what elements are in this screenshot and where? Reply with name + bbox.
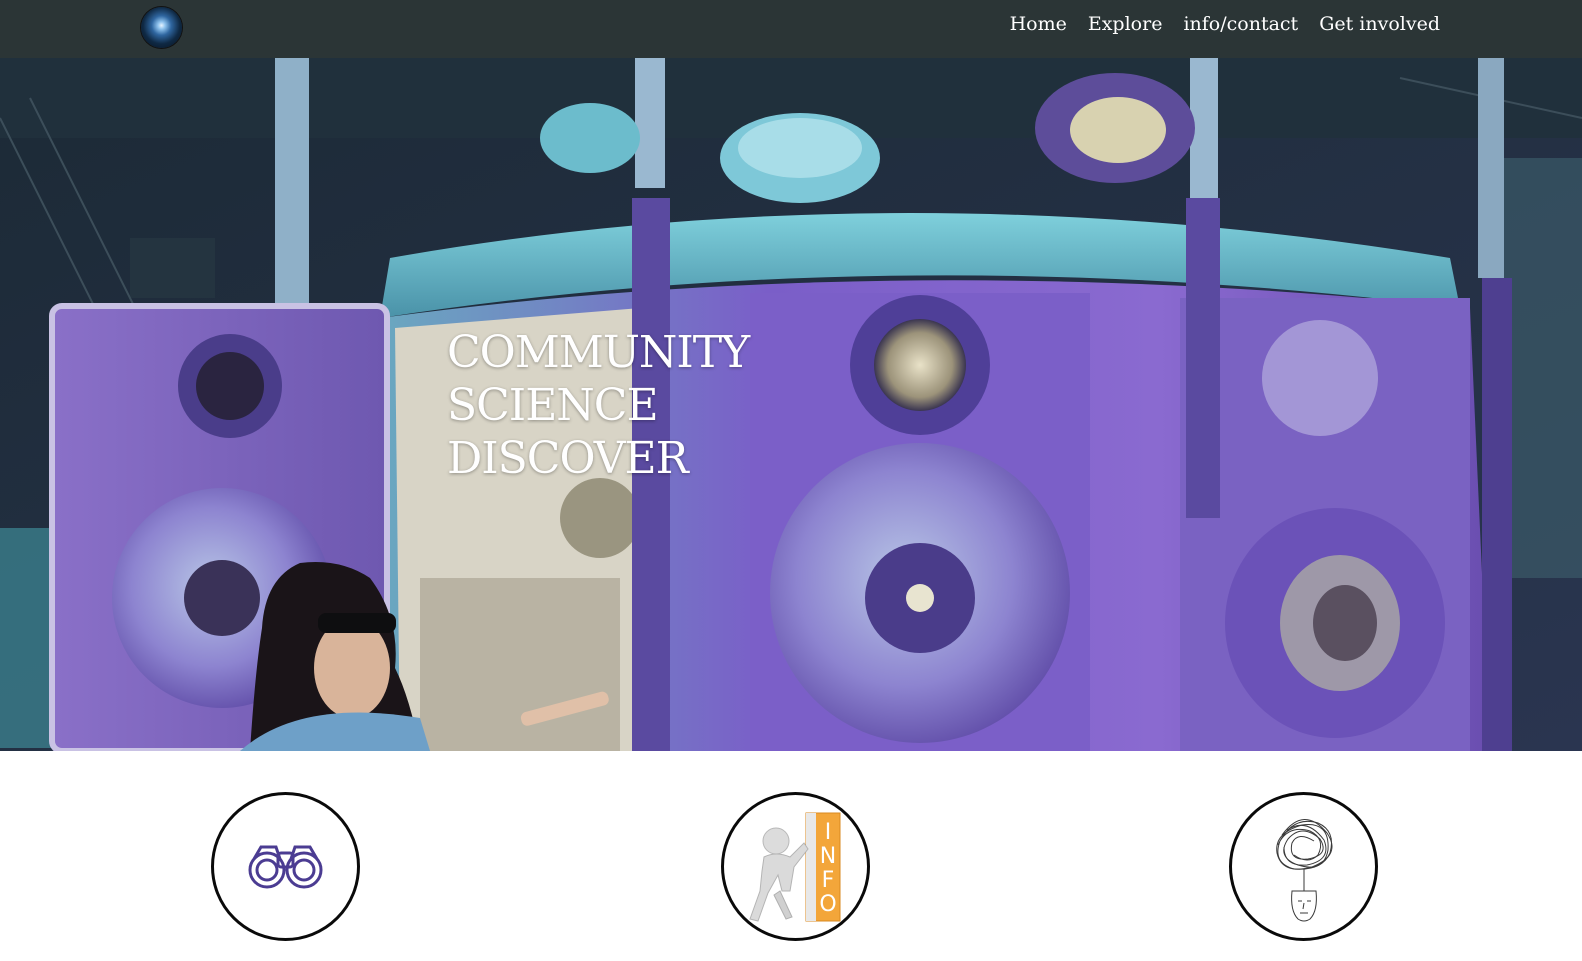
get-involved-feature-link[interactable] xyxy=(1229,792,1378,941)
logo-icon[interactable] xyxy=(141,7,182,48)
nav-link-get-involved[interactable]: Get involved xyxy=(1319,13,1440,35)
hero-title-line: SCIENCE xyxy=(447,380,659,431)
nav-link-explore[interactable]: Explore xyxy=(1088,13,1163,35)
tangled-thought-head-icon xyxy=(1276,819,1333,922)
explore-feature-link[interactable] xyxy=(211,792,360,941)
main-nav: Home Explore info/contact Get involved xyxy=(1010,13,1440,35)
hero-title-line: COMMUNITY xyxy=(447,327,750,378)
top-navbar: Home Explore info/contact Get involved xyxy=(0,0,1582,58)
nav-link-home[interactable]: Home xyxy=(1010,13,1067,35)
feature-icons-row: INFO xyxy=(0,751,1582,961)
nav-link-info-contact[interactable]: info/contact xyxy=(1183,13,1298,35)
info-figure-icon: INFO xyxy=(749,812,841,922)
hero-title: COMMUNITY SCIENCE DISCOVER xyxy=(447,326,750,485)
hero-title-line: DISCOVER xyxy=(447,433,689,484)
info-feature-link[interactable]: INFO xyxy=(721,792,870,941)
hero-photo xyxy=(0,58,1582,751)
binoculars-icon xyxy=(248,845,323,889)
hero-banner: COMMUNITY SCIENCE DISCOVER xyxy=(0,58,1582,751)
